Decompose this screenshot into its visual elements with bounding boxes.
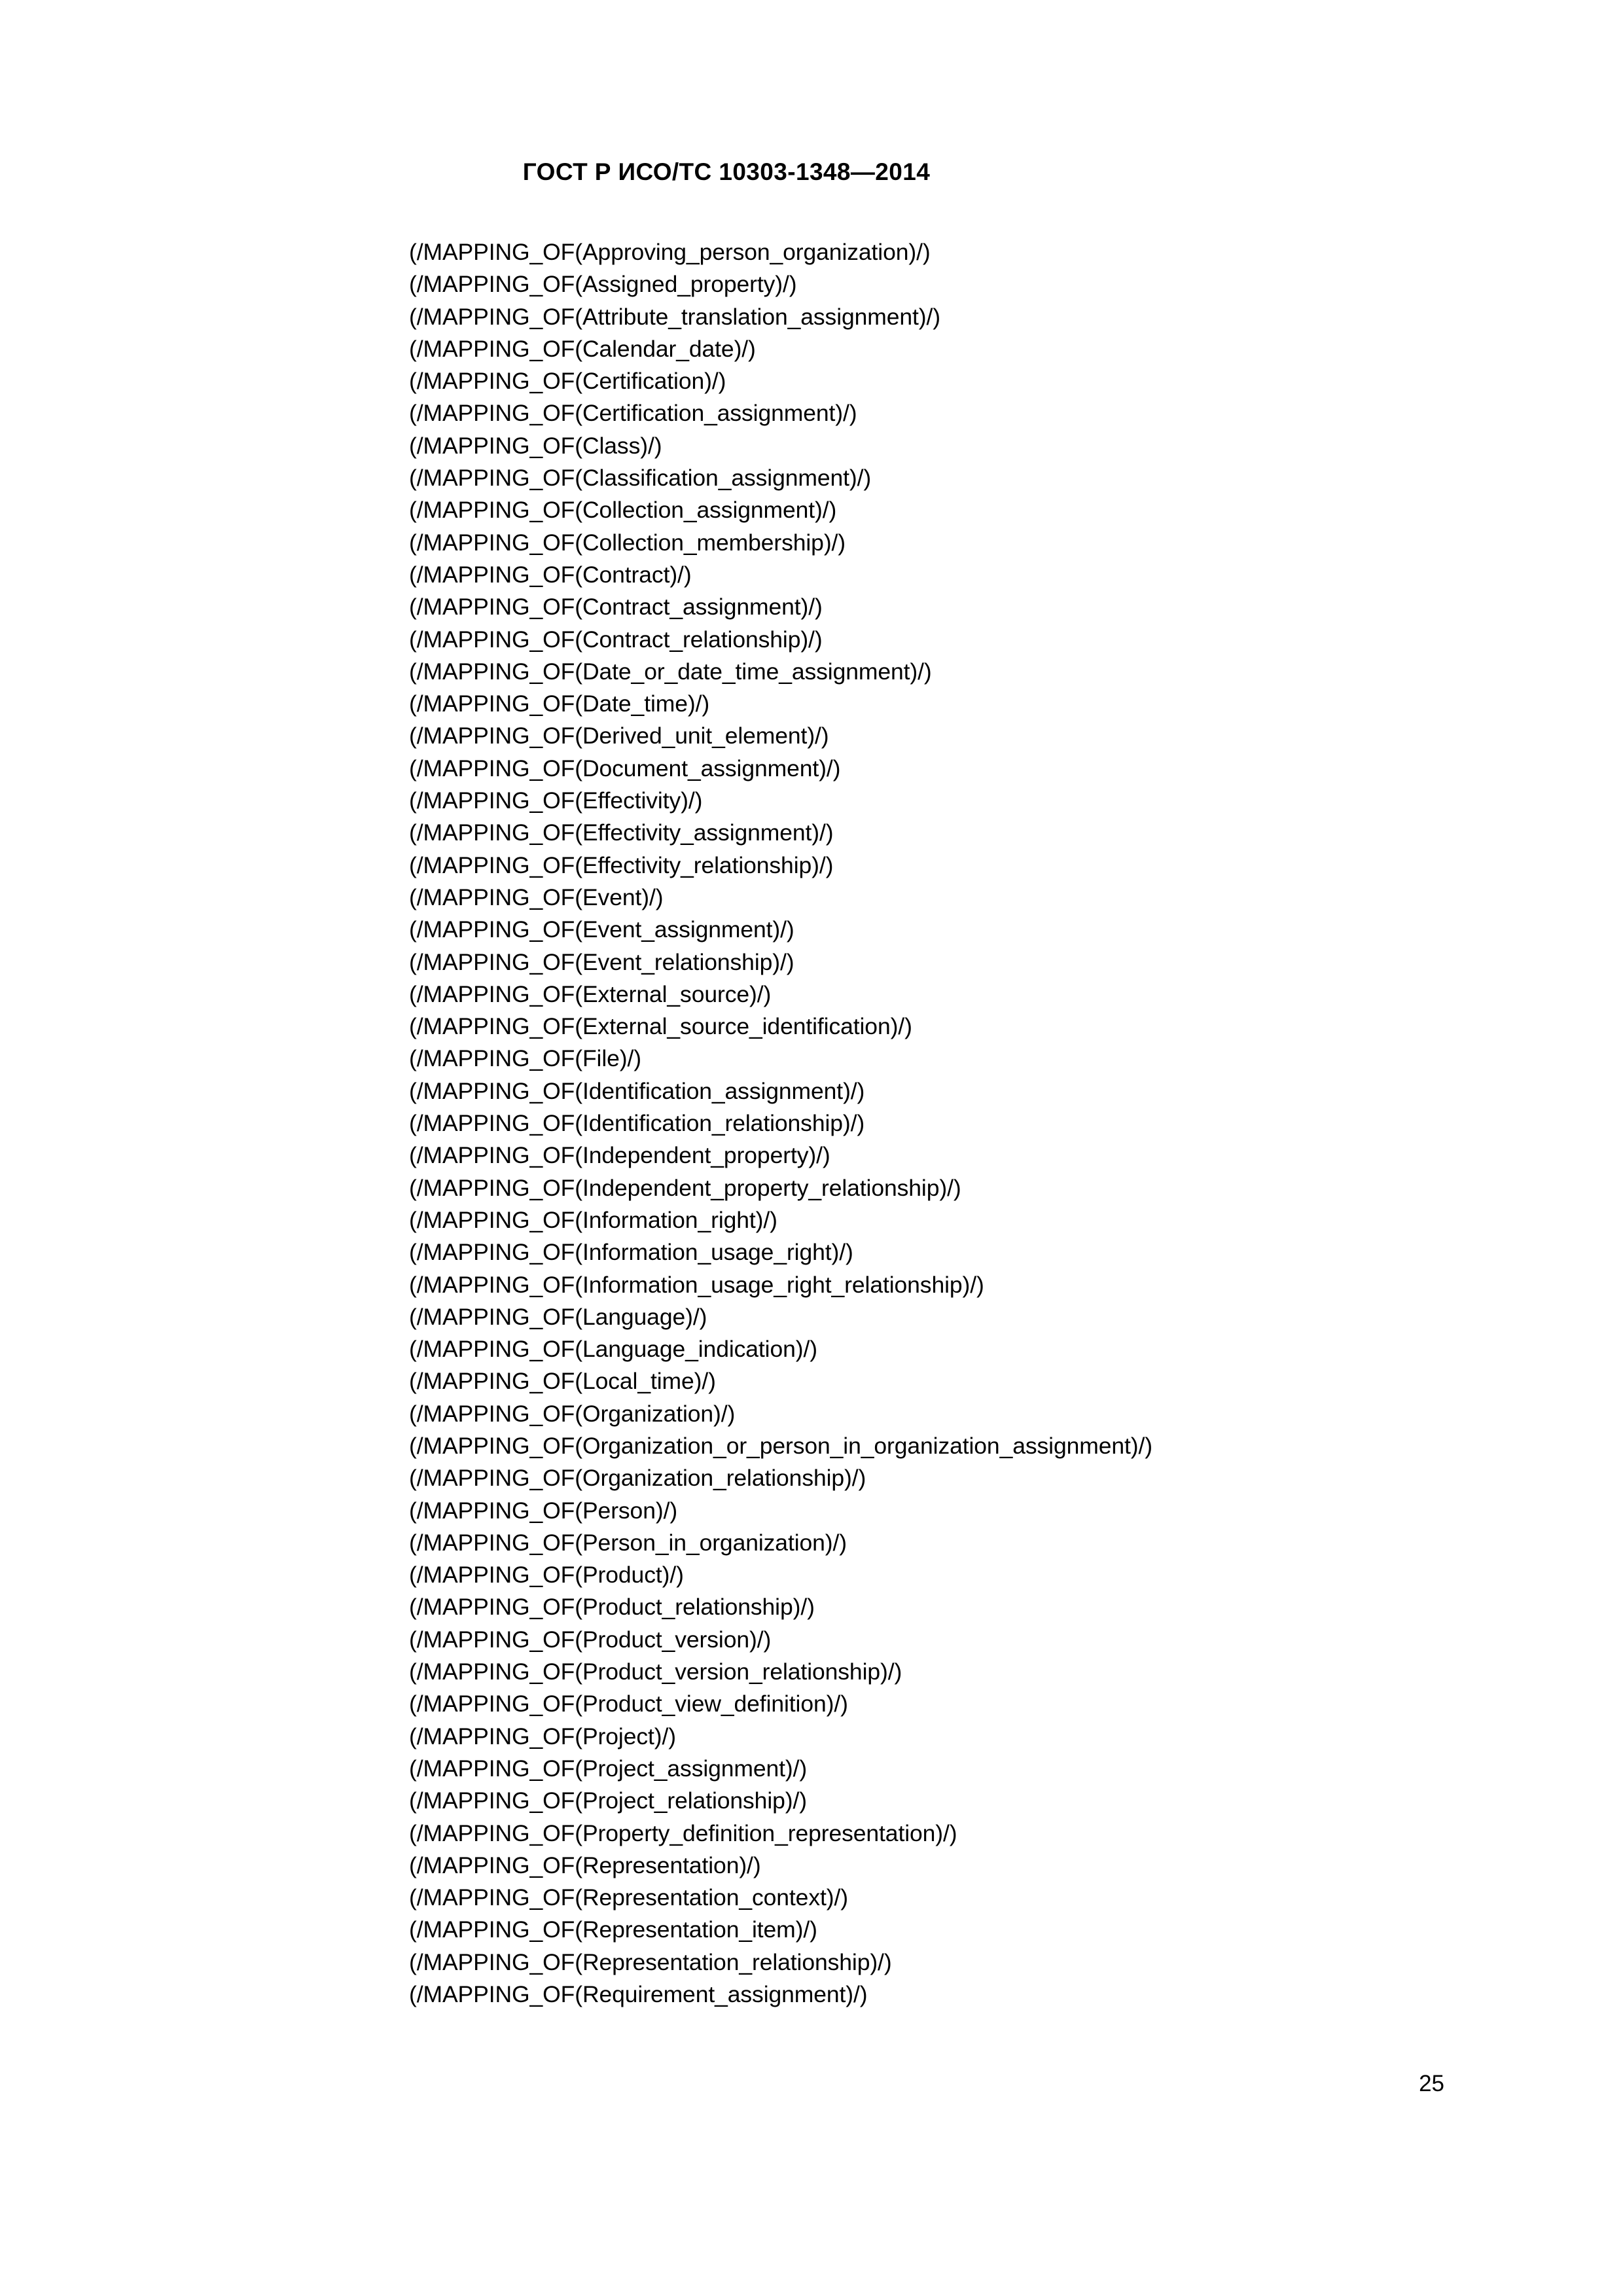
mapping-of-line: (/MAPPING_OF(Product_view_definition)/) (409, 1691, 848, 1717)
running-header: ГОСТ Р ИСО/ТС 10303-1348—2014 (0, 160, 1623, 199)
page-body: (/MAPPING_OF(Approving_person_organizati… (409, 236, 1522, 2011)
mapping-of-line: (/MAPPING_OF(Contract_relationship)/) (409, 626, 823, 653)
mapping-of-line: (/MAPPING_OF(Calendar_date)/) (409, 335, 756, 362)
mapping-of-line: (/MAPPING_OF(Language)/) (409, 1303, 707, 1330)
mapping-of-line: (/MAPPING_OF(Classification_assignment)/… (409, 465, 872, 492)
mapping-of-line: (/MAPPING_OF(Independent_property)/) (409, 1142, 830, 1169)
mapping-of-line: (/MAPPING_OF(Certification_assignment)/) (409, 400, 857, 427)
mapping-of-line: (/MAPPING_OF(Effectivity)/) (409, 787, 703, 814)
mapping-of-line: (/MAPPING_OF(Organization_or_person_in_o… (409, 1432, 1152, 1459)
mapping-of-line: (/MAPPING_OF(Information_usage_right_rel… (409, 1271, 984, 1298)
mapping-of-line: (/MAPPING_OF(Identification_assignment)/… (409, 1077, 865, 1104)
mapping-of-line: (/MAPPING_OF(Event)/) (409, 884, 664, 910)
mapping-of-line: (/MAPPING_OF(Organization)/) (409, 1400, 736, 1427)
mapping-of-list: (/MAPPING_OF(Approving_person_organizati… (409, 236, 1522, 2011)
mapping-of-line: (/MAPPING_OF(Assigned_property)/) (409, 271, 797, 298)
mapping-of-line: (/MAPPING_OF(Class)/) (409, 432, 662, 459)
mapping-of-line: (/MAPPING_OF(External_source_identificat… (409, 1013, 912, 1040)
mapping-of-line: (/MAPPING_OF(Contract_assignment)/) (409, 594, 823, 620)
mapping-of-line: (/MAPPING_OF(Representation_context)/) (409, 1884, 848, 1911)
mapping-of-line: (/MAPPING_OF(Project_assignment)/) (409, 1755, 808, 1782)
mapping-of-line: (/MAPPING_OF(Property_definition_represe… (409, 1820, 957, 1846)
mapping-of-line: (/MAPPING_OF(Identification_relationship… (409, 1110, 865, 1137)
mapping-of-line: (/MAPPING_OF(Effectivity_assignment)/) (409, 819, 834, 846)
mapping-of-line: (/MAPPING_OF(Product)/) (409, 1562, 684, 1588)
mapping-of-line: (/MAPPING_OF(Project)/) (409, 1723, 676, 1749)
mapping-of-line: (/MAPPING_OF(Independent_property_relati… (409, 1174, 961, 1201)
mapping-of-line: (/MAPPING_OF(Product_version_relationshi… (409, 1659, 902, 1685)
document-page: ГОСТ Р ИСО/ТС 10303-1348—2014 (/MAPPING_… (0, 0, 1623, 2296)
mapping-of-line: (/MAPPING_OF(Person_in_organization)/) (409, 1529, 847, 1556)
mapping-of-line: (/MAPPING_OF(Event_relationship)/) (409, 948, 794, 975)
mapping-of-line: (/MAPPING_OF(Information_right)/) (409, 1206, 777, 1233)
mapping-of-line: (/MAPPING_OF(Requirement_assignment)/) (409, 1981, 868, 2008)
mapping-of-line: (/MAPPING_OF(Collection_membership)/) (409, 529, 846, 556)
standard-designation: ГОСТ Р ИСО/ТС 10303-1348—2014 (522, 158, 931, 185)
mapping-of-line: (/MAPPING_OF(Project_relationship)/) (409, 1787, 807, 1814)
page-footer: 25 (0, 2072, 1623, 2105)
mapping-of-line: (/MAPPING_OF(Certification)/) (409, 368, 726, 395)
mapping-of-line: (/MAPPING_OF(Language_indication)/) (409, 1336, 817, 1363)
mapping-of-line: (/MAPPING_OF(Representation_relationship… (409, 1948, 892, 1975)
mapping-of-line: (/MAPPING_OF(Information_usage_right)/) (409, 1239, 853, 1266)
mapping-of-line: (/MAPPING_OF(Representation)/) (409, 1852, 761, 1878)
mapping-of-line: (/MAPPING_OF(Product_version)/) (409, 1626, 772, 1653)
mapping-of-line: (/MAPPING_OF(Attribute_translation_assig… (409, 303, 940, 330)
page-number: 25 (1419, 2071, 1444, 2096)
mapping-of-line: (/MAPPING_OF(Date_time)/) (409, 691, 710, 717)
mapping-of-line: (/MAPPING_OF(Event_assignment)/) (409, 916, 794, 943)
mapping-of-line: (/MAPPING_OF(Approving_person_organizati… (409, 239, 931, 265)
mapping-of-line: (/MAPPING_OF(Local_time)/) (409, 1368, 716, 1395)
mapping-of-line: (/MAPPING_OF(Document_assignment)/) (409, 755, 841, 781)
mapping-of-line: (/MAPPING_OF(Collection_assignment)/) (409, 497, 837, 524)
mapping-of-line: (/MAPPING_OF(Date_or_date_time_assignmen… (409, 658, 932, 685)
mapping-of-line: (/MAPPING_OF(Contract)/) (409, 561, 692, 588)
mapping-of-line: (/MAPPING_OF(Organization_relationship)/… (409, 1465, 866, 1492)
mapping-of-line: (/MAPPING_OF(Derived_unit_element)/) (409, 723, 829, 749)
mapping-of-line: (/MAPPING_OF(Effectivity_relationship)/) (409, 852, 834, 878)
mapping-of-line: (/MAPPING_OF(Representation_item)/) (409, 1916, 817, 1943)
mapping-of-line: (/MAPPING_OF(Person)/) (409, 1497, 678, 1524)
mapping-of-line: (/MAPPING_OF(External_source)/) (409, 980, 772, 1007)
mapping-of-line: (/MAPPING_OF(File)/) (409, 1045, 641, 1072)
mapping-of-line: (/MAPPING_OF(Product_relationship)/) (409, 1594, 815, 1621)
